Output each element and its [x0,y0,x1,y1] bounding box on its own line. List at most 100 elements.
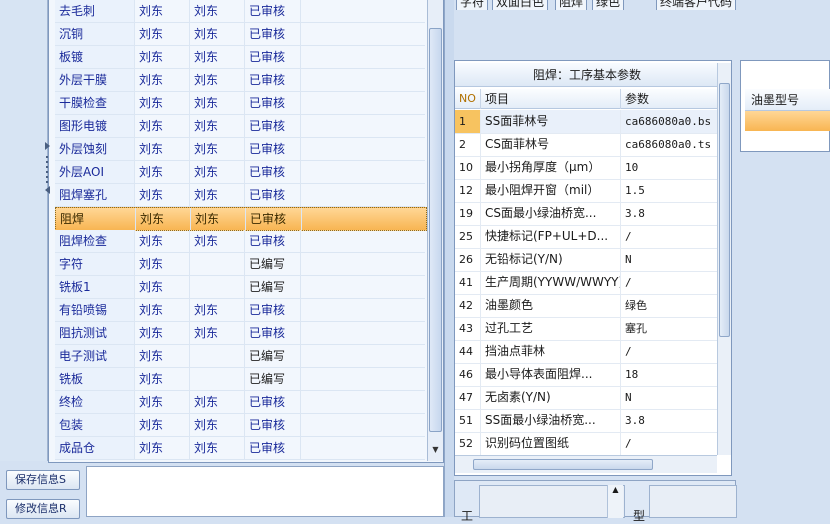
process-extra [301,184,425,206]
process-row[interactable]: 阻焊塞孔 刘东 刘东 已审核 [55,184,425,207]
param-row[interactable]: 51 SS面最小绿油桥宽... 3.8 [455,409,717,433]
tab-green[interactable]: 绿色 [592,0,625,10]
ink-model-selected-row[interactable] [745,111,830,131]
process-status: 已审核 [245,184,301,206]
process-table-scrollbar[interactable]: ▼ [427,0,443,461]
param-row[interactable]: 42 油墨颜色 绿色 [455,294,717,318]
process-author: 刘东 [135,345,190,367]
param-row[interactable]: 19 CS面最小绿油桥宽... 3.8 [455,202,717,226]
process-row[interactable]: 图形电镀 刘东 刘东 已审核 [55,115,425,138]
process-row[interactable]: 阻抗测试 刘东 刘东 已审核 [55,322,425,345]
process-row[interactable]: 铣板 刘东 已编写 [55,368,425,391]
process-status: 已审核 [245,299,301,321]
process-author: 刘东 [136,208,191,230]
process-row[interactable]: 外层干膜 刘东 刘东 已审核 [55,69,425,92]
process-scroll-thumb[interactable] [429,28,442,432]
param-row[interactable]: 52 识别码位置图纸 / [455,432,717,456]
process-extra [301,391,425,413]
process-author: 刘东 [135,92,190,114]
param-item: 无铅标记(Y/N) [481,248,621,271]
params-vertical-scrollbar[interactable] [717,63,731,455]
panel-divider[interactable] [444,0,454,517]
param-row[interactable]: 1 SS面菲林号 ca686080a0.bs [455,110,717,134]
tab-end-customer-code[interactable]: 终端客户代码 [656,0,737,10]
process-reviewer: 刘东 [190,92,245,114]
bottom-scroll-up-icon[interactable]: ▲ [607,485,623,518]
process-name: 干膜检查 [55,92,135,114]
process-row[interactable]: 阻焊 刘东 刘东 已审核 [55,207,427,231]
scroll-down-arrow-icon[interactable]: ▼ [429,442,442,458]
param-item: 最小拐角厚度（μm） [481,156,621,179]
params-vscroll-thumb[interactable] [719,83,730,337]
process-name: 终检 [55,391,135,413]
param-row[interactable]: 26 无铅标记(Y/N) N [455,248,717,272]
tab-strip: 字符 双面白色 阻焊 绿色 终端客户代码 [454,0,830,10]
param-item: 油墨颜色 [481,294,621,317]
process-row[interactable]: 字符 刘东 已编写 [55,253,425,276]
params-horizontal-scrollbar[interactable] [455,455,717,473]
process-row[interactable]: 去毛刺 刘东 刘东 已审核 [55,0,425,23]
param-row[interactable]: 47 无卤素(Y/N) N [455,386,717,410]
process-reviewer: 刘东 [190,414,245,436]
process-reviewer: 刘东 [190,230,245,252]
process-row[interactable]: 外层AOI 刘东 刘东 已审核 [55,161,425,184]
process-reviewer: 刘东 [190,184,245,206]
tab-solder-mask[interactable]: 阻焊 [555,0,588,10]
process-extra [301,161,425,183]
param-value: / [625,345,632,358]
process-row[interactable]: 成品仓 刘东 刘东 已审核 [55,437,425,460]
param-row[interactable]: 46 最小导体表面阻焊... 18 [455,363,717,387]
process-row[interactable]: 电子测试 刘东 已编写 [55,345,425,368]
save-info-button[interactable]: 保存信息S [6,470,80,490]
param-value: 3.8 [625,414,645,427]
process-status: 已审核 [245,46,301,68]
process-author: 刘东 [135,276,190,298]
process-row[interactable]: 阻焊检查 刘东 刘东 已审核 [55,230,425,253]
col-item-header[interactable]: 项目 [481,89,621,109]
ink-model-header[interactable]: 油墨型号 [745,89,830,111]
param-row[interactable]: 25 快捷标记(FP+UL+D... / [455,225,717,249]
param-row[interactable]: 44 挡油点菲林 / [455,340,717,364]
process-name: 阻焊检查 [55,230,135,252]
tab-double-white[interactable]: 双面白色 [492,0,549,10]
param-row[interactable]: 41 生产周期(YYWW/WWYY) / [455,271,717,295]
process-row[interactable]: 外层蚀刻 刘东 刘东 已审核 [55,138,425,161]
process-row[interactable]: 沉铜 刘东 刘东 已审核 [55,23,425,46]
process-row[interactable]: 有铅喷锡 刘东 刘东 已审核 [55,299,425,322]
param-item: 过孔工艺 [481,317,621,340]
splitter-grip-icon[interactable] [45,140,51,194]
process-extra [301,92,425,114]
param-row[interactable]: 43 过孔工艺 塞孔 [455,317,717,341]
process-reviewer: 刘东 [190,115,245,137]
params-hscroll-thumb[interactable] [473,459,653,470]
process-row[interactable]: 终检 刘东 刘东 已审核 [55,391,425,414]
param-value: / [625,276,632,289]
param-row[interactable]: 2 CS面菲林号 ca686080a0.ts [455,133,717,157]
bottom-textbox-2[interactable] [649,485,737,518]
process-reviewer: 刘东 [190,322,245,344]
param-item: SS面最小绿油桥宽... [481,409,621,432]
bottom-label-2: 型 [633,509,646,523]
param-value: 3.8 [625,207,645,220]
tab-char[interactable]: 字符 [456,0,489,10]
process-row[interactable]: 铣板1 刘东 已编写 [55,276,425,299]
process-extra [301,345,425,367]
param-row[interactable]: 12 最小阻焊开窗（mil） 1.5 [455,179,717,203]
edit-info-button[interactable]: 修改信息R [6,499,80,519]
process-row[interactable]: 包装 刘东 刘东 已审核 [55,414,425,437]
param-row[interactable]: 10 最小拐角厚度（μm） 10 [455,156,717,180]
col-no-header[interactable]: NO [455,89,481,109]
process-name: 电子测试 [55,345,135,367]
process-row[interactable]: 板镀 刘东 刘东 已审核 [55,46,425,69]
notes-area[interactable] [86,466,444,517]
bottom-textbox-1[interactable] [479,485,625,518]
process-status: 已编写 [245,276,301,298]
col-value-header[interactable]: 参数 [621,89,717,109]
process-extra [301,322,425,344]
process-row[interactable]: 干膜检查 刘东 刘东 已审核 [55,92,425,115]
process-author: 刘东 [135,138,190,160]
process-reviewer [190,345,245,367]
process-author: 刘东 [135,161,190,183]
process-status: 已审核 [245,437,301,459]
params-panel: 阻焊：工序基本参数 NO 项目 参数 1 SS面菲林号 ca686080a0.bs 2… [454,60,732,476]
